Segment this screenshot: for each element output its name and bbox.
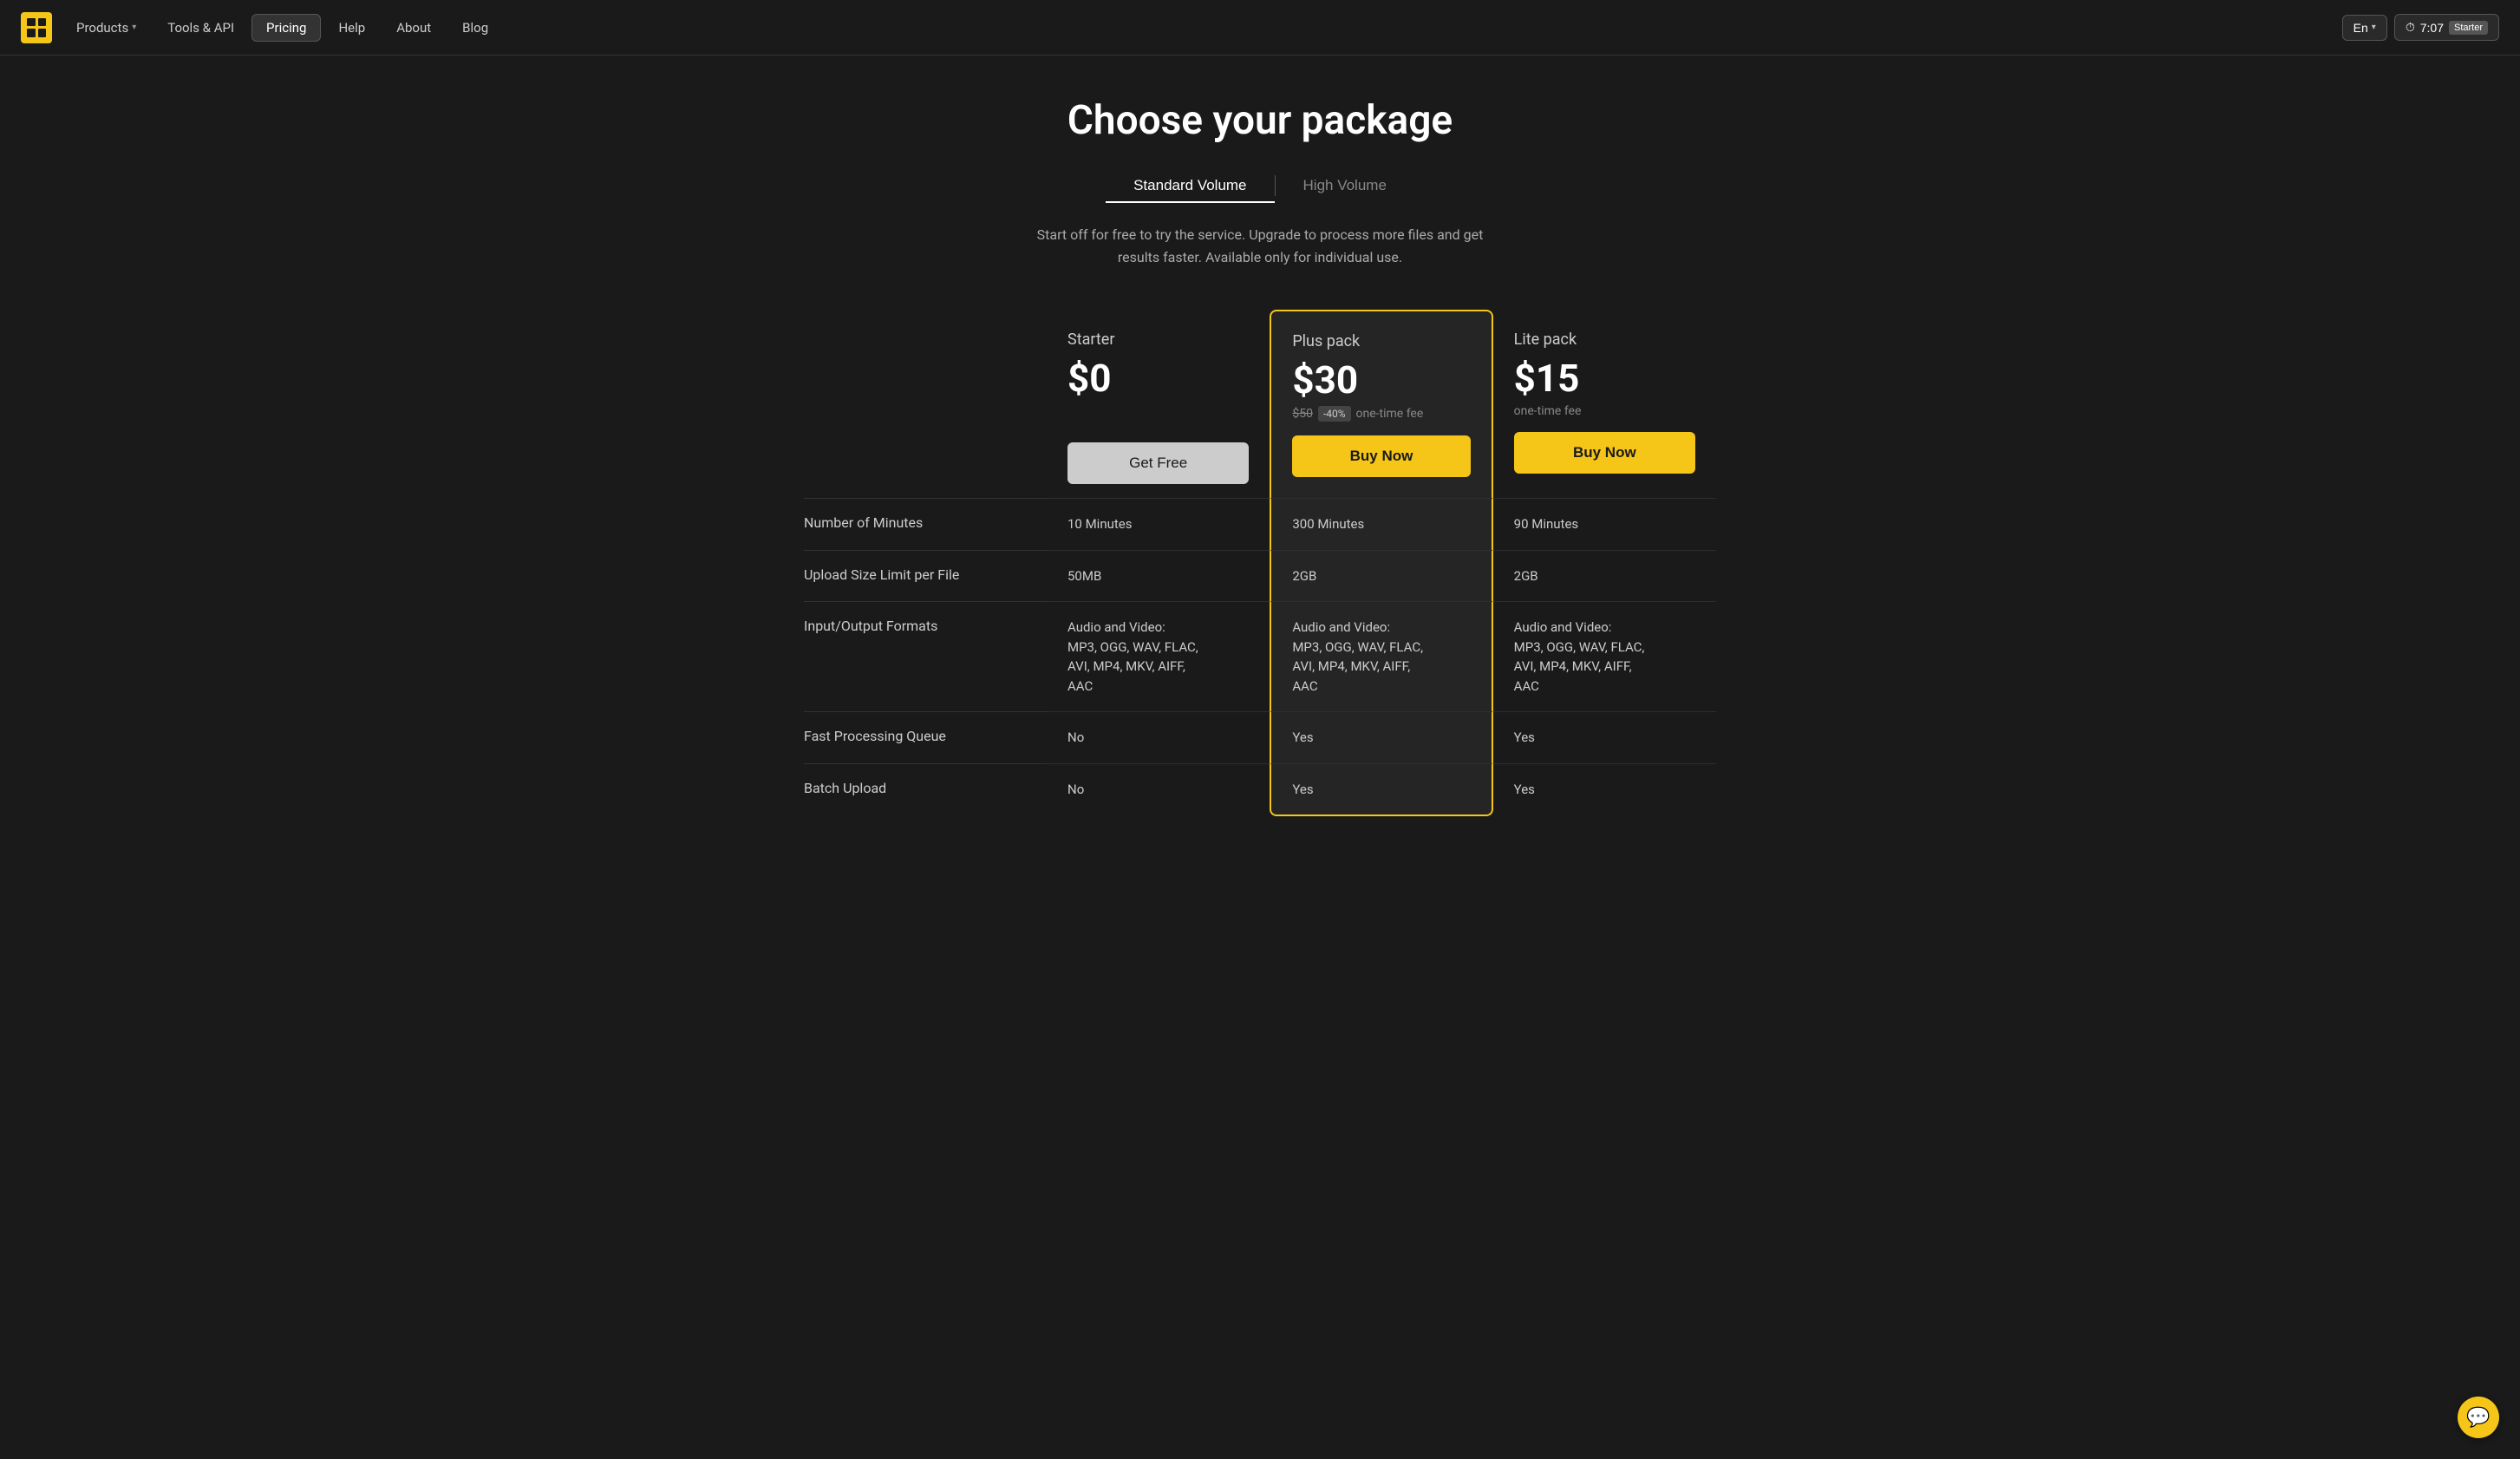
chat-icon: 💬 (2466, 1407, 2490, 1429)
chat-button[interactable]: 💬 (2458, 1397, 2499, 1438)
chevron-down-icon: ▾ (132, 23, 136, 32)
feature-label-formats: Input/Output Formats (804, 601, 1047, 711)
lite-cta-button[interactable]: Buy Now (1514, 432, 1695, 474)
plus-original-price: $50 (1292, 407, 1313, 421)
plus-formats: Audio and Video: MP3, OGG, WAV, FLAC, AV… (1270, 601, 1492, 711)
nav-pricing[interactable]: Pricing (251, 14, 321, 42)
plus-plan-header: Plus pack $30 $50 -40% one-time fee Buy … (1270, 310, 1492, 498)
navbar: Products ▾ Tools & API Pricing Help Abou… (0, 0, 2520, 56)
starter-plan-header: Starter $0 Get Free (1047, 310, 1270, 498)
starter-plan-name: Starter (1067, 330, 1249, 349)
lite-fast_queue: Yes (1493, 711, 1716, 763)
plus-batch_upload: Yes (1270, 763, 1492, 817)
logo[interactable] (21, 12, 52, 43)
plus-upload_size: 2GB (1270, 550, 1492, 602)
starter-upload_size: 50MB (1047, 550, 1270, 602)
nav-links: Products ▾ Tools & API Pricing Help Abou… (62, 14, 502, 42)
empty-header-cell (804, 310, 1047, 498)
main-content: Choose your package Standard Volume High… (783, 56, 1737, 858)
lite-batch_upload: Yes (1493, 763, 1716, 817)
tab-standard[interactable]: Standard Volume (1106, 168, 1274, 203)
starter-minutes: 10 Minutes (1047, 498, 1270, 550)
lite-formats: Audio and Video: MP3, OGG, WAV, FLAC, AV… (1493, 601, 1716, 711)
plus-discount-badge: -40% (1318, 406, 1351, 422)
nav-tools[interactable]: Tools & API (153, 15, 248, 41)
starter-plan-price: $0 (1067, 356, 1249, 401)
user-badge: Starter (2449, 21, 2488, 35)
tabs: Standard Volume High Volume (804, 168, 1716, 203)
nav-products[interactable]: Products ▾ (62, 15, 150, 41)
lite-plan-name: Lite pack (1514, 330, 1695, 349)
nav-about[interactable]: About (382, 15, 445, 41)
lite-plan-price: $15 (1514, 356, 1695, 401)
starter-fast_queue: No (1047, 711, 1270, 763)
lite-upload_size: 2GB (1493, 550, 1716, 602)
plus-cta-button[interactable]: Buy Now (1292, 435, 1470, 477)
plus-plan-price-sub: $50 -40% one-time fee (1292, 406, 1470, 422)
clock-icon: ⏱ (2406, 20, 2415, 35)
feature-label-minutes: Number of Minutes (804, 498, 1047, 550)
nav-help[interactable]: Help (324, 15, 379, 41)
tab-high-volume[interactable]: High Volume (1276, 168, 1414, 203)
plus-fast_queue: Yes (1270, 711, 1492, 763)
plus-plan-name: Plus pack (1292, 332, 1470, 350)
feature-label-batch_upload: Batch Upload (804, 763, 1047, 817)
plus-minutes: 300 Minutes (1270, 498, 1492, 550)
page-title: Choose your package (804, 97, 1716, 144)
starter-cta-button[interactable]: Get Free (1067, 442, 1249, 484)
pricing-table: Starter $0 Get Free Plus pack $30 $50 -4… (804, 310, 1716, 816)
chevron-down-icon: ▾ (2372, 23, 2376, 32)
lite-plan-header: Lite pack $15 one-time fee Buy Now (1493, 310, 1716, 498)
subtitle: Start off for free to try the service. U… (1017, 224, 1503, 268)
lite-minutes: 90 Minutes (1493, 498, 1716, 550)
lite-plan-price-sub: one-time fee (1514, 404, 1695, 418)
nav-right: En ▾ ⏱ 7:07 Starter (2342, 14, 2499, 41)
feature-label-fast_queue: Fast Processing Queue (804, 711, 1047, 763)
language-selector[interactable]: En ▾ (2342, 15, 2387, 41)
plus-plan-price: $30 (1292, 357, 1470, 402)
starter-formats: Audio and Video: MP3, OGG, WAV, FLAC, AV… (1047, 601, 1270, 711)
feature-label-upload_size: Upload Size Limit per File (804, 550, 1047, 602)
timer-button[interactable]: ⏱ 7:07 Starter (2394, 14, 2499, 41)
nav-blog[interactable]: Blog (448, 15, 502, 41)
starter-batch_upload: No (1047, 763, 1270, 817)
